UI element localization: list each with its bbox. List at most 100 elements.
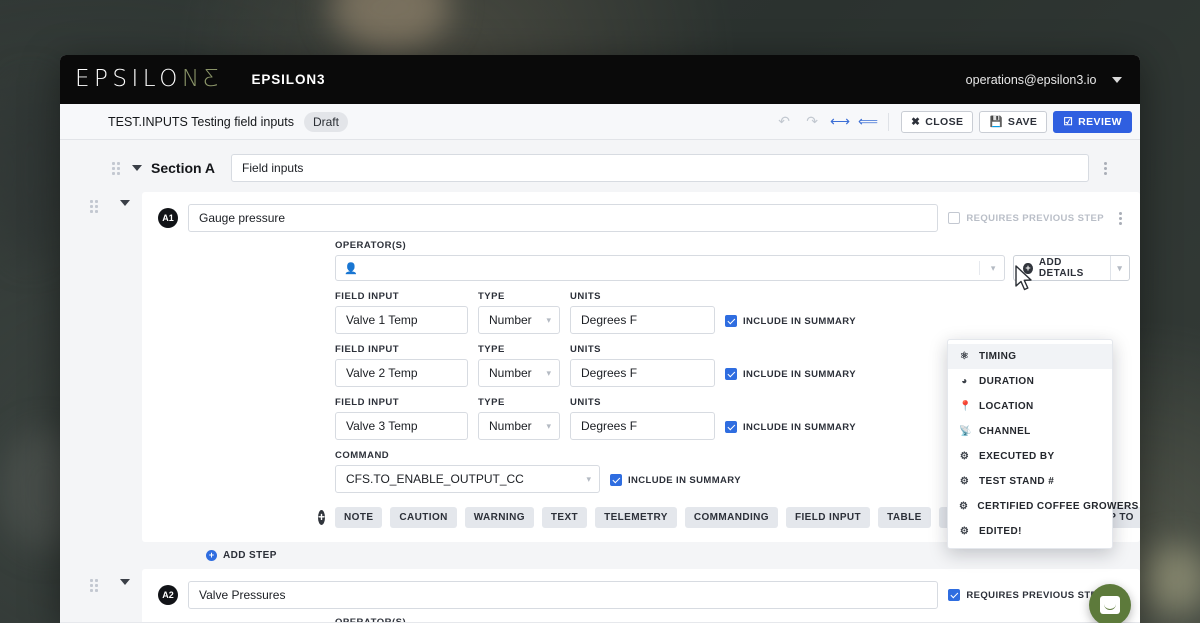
include-in-summary-label: INCLUDE IN SUMMARY: [743, 422, 856, 433]
expand-all-icon[interactable]: ⟷: [826, 110, 854, 134]
command-select[interactable]: CFS.TO_ENABLE_OUTPUT_CC ▾: [335, 465, 600, 493]
menu-item-label: CHANNEL: [979, 426, 1031, 437]
menu-item-channel[interactable]: 📡 CHANNEL: [948, 419, 1112, 444]
map-pin-icon: 📍: [959, 401, 970, 412]
epsilon3-logo[interactable]: EPSILONƸ: [75, 68, 223, 91]
review-button[interactable]: ☑ REVIEW: [1053, 111, 1132, 133]
chevron-down-icon: ▾: [546, 421, 551, 432]
units-label: UNITS: [570, 344, 715, 355]
close-button-label: CLOSE: [925, 116, 963, 128]
procedure-editor-body: Section A Field inputs A1 Gauge pressure…: [60, 140, 1140, 623]
include-in-summary-control[interactable]: INCLUDE IN SUMMARY: [725, 421, 856, 440]
requires-previous-step-control[interactable]: REQUIRES PREVIOUS STEP: [948, 212, 1104, 224]
operators-select[interactable]: 👤 ▾: [335, 255, 1005, 281]
menu-item-location[interactable]: 📍 LOCATION: [948, 394, 1112, 419]
units-value[interactable]: Degrees F: [570, 412, 715, 440]
chip-note[interactable]: NOTE: [335, 507, 382, 528]
page-title: TEST.INPUTS Testing field inputs: [108, 115, 294, 129]
step-name-input[interactable]: Valve Pressures: [188, 581, 938, 609]
app-window: EPSILONƸ EPSILON3 operations@epsilon3.io…: [60, 55, 1140, 623]
requires-previous-step-checkbox[interactable]: [948, 212, 960, 224]
add-step-label: ADD STEP: [223, 550, 277, 561]
add-details-label: ADD DETAILS: [1039, 257, 1100, 279]
section-kebab-menu[interactable]: [1095, 162, 1115, 175]
include-in-summary-checkbox[interactable]: [725, 315, 737, 327]
drag-handle-icon[interactable]: [90, 200, 100, 213]
menu-item-test-stand[interactable]: ⚙ TEST STAND #: [948, 469, 1112, 494]
chat-smiley-icon: [1100, 596, 1120, 614]
redo-icon[interactable]: ↷: [798, 110, 826, 134]
plus-icon[interactable]: +: [318, 510, 325, 525]
user-email-label: operations@epsilon3.io: [966, 73, 1097, 87]
field-input-value[interactable]: Valve 1 Temp: [335, 306, 468, 334]
person-icon: 👤: [344, 262, 358, 275]
clock-icon: ◕: [959, 376, 970, 387]
type-label: TYPE: [478, 397, 560, 408]
chevron-down-icon[interactable]: ▾: [1110, 256, 1129, 280]
units-label: UNITS: [570, 397, 715, 408]
chip-text[interactable]: TEXT: [542, 507, 587, 528]
include-in-summary-label: INCLUDE IN SUMMARY: [743, 369, 856, 380]
type-select[interactable]: Number ▾: [478, 306, 560, 334]
plus-icon: +: [206, 550, 217, 561]
step-kebab-menu[interactable]: [1110, 212, 1130, 225]
field-input-value[interactable]: Valve 3 Temp: [335, 412, 468, 440]
include-in-summary-control[interactable]: INCLUDE IN SUMMARY: [725, 315, 856, 334]
chip-telemetry[interactable]: TELEMETRY: [595, 507, 677, 528]
gear-icon: ⚙: [959, 476, 970, 487]
step-card-a2: A2 Valve Pressures REQUIRES PREVIOUS STE…: [142, 569, 1140, 623]
units-column: UNITS Degrees F: [570, 291, 715, 334]
step-name-input[interactable]: Gauge pressure: [188, 204, 938, 232]
units-value[interactable]: Degrees F: [570, 306, 715, 334]
menu-item-certified-coffee-growers[interactable]: ⚙ CERTIFIED COFFEE GROWERS: [948, 494, 1112, 519]
type-select[interactable]: Number ▾: [478, 412, 560, 440]
section-name-input[interactable]: Field inputs: [231, 154, 1089, 182]
type-column: TYPE Number ▾: [478, 344, 560, 387]
include-in-summary-checkbox[interactable]: [725, 368, 737, 380]
menu-item-label: CERTIFIED COFFEE GROWERS: [977, 501, 1138, 512]
type-select[interactable]: Number ▾: [478, 359, 560, 387]
type-value: Number: [489, 419, 532, 433]
menu-item-label: TEST STAND #: [979, 476, 1054, 487]
drag-handle-icon[interactable]: [112, 162, 122, 175]
chevron-down-icon[interactable]: [120, 579, 130, 585]
include-in-summary-label: INCLUDE IN SUMMARY: [743, 316, 856, 327]
chip-table[interactable]: TABLE: [878, 507, 931, 528]
field-input-value[interactable]: Valve 2 Temp: [335, 359, 468, 387]
add-details-dropdown-menu[interactable]: ⚛ TIMING ◕ DURATION 📍 LOCATION 📡 CHANNEL…: [947, 339, 1113, 549]
menu-item-label: DURATION: [979, 376, 1034, 387]
field-input-column: FIELD INPUT Valve 1 Temp: [335, 291, 468, 334]
menu-item-duration[interactable]: ◕ DURATION: [948, 369, 1112, 394]
chevron-down-icon[interactable]: [120, 200, 130, 206]
field-input-column: FIELD INPUT Valve 2 Temp: [335, 344, 468, 387]
chip-caution[interactable]: CAUTION: [390, 507, 456, 528]
collapse-all-icon[interactable]: ⟸: [854, 110, 882, 134]
requires-previous-step-checkbox[interactable]: [948, 589, 960, 601]
user-email-menu[interactable]: operations@epsilon3.io: [966, 73, 1122, 87]
include-in-summary-checkbox[interactable]: [725, 421, 737, 433]
units-label: UNITS: [570, 291, 715, 302]
drag-handle-icon[interactable]: [90, 579, 100, 592]
chip-field-input[interactable]: FIELD INPUT: [786, 507, 870, 528]
chip-commanding[interactable]: COMMANDING: [685, 507, 778, 528]
type-column: TYPE Number ▾: [478, 397, 560, 440]
save-button[interactable]: 💾 SAVE: [979, 111, 1047, 133]
close-button[interactable]: ✖ CLOSE: [901, 111, 973, 133]
mouse-cursor: [1014, 265, 1034, 293]
chevron-down-icon[interactable]: [132, 165, 142, 171]
intercom-chat-launcher[interactable]: [1089, 584, 1131, 623]
type-column: TYPE Number ▾: [478, 291, 560, 334]
include-in-summary-control[interactable]: INCLUDE IN SUMMARY: [725, 368, 856, 387]
chevron-down-icon: ▾: [991, 263, 996, 274]
include-in-summary-control[interactable]: INCLUDE IN SUMMARY: [610, 474, 741, 493]
include-in-summary-checkbox[interactable]: [610, 474, 622, 486]
requires-previous-step-control[interactable]: REQUIRES PREVIOUS STEP: [948, 589, 1104, 601]
chip-warning[interactable]: WARNING: [465, 507, 534, 528]
top-navigation-bar: EPSILONƸ EPSILON3 operations@epsilon3.io: [60, 55, 1140, 104]
menu-item-edited[interactable]: ⚙ EDITED!: [948, 519, 1112, 544]
undo-icon[interactable]: ↶: [770, 110, 798, 134]
thermometer-icon: ⚛: [959, 351, 970, 362]
menu-item-executed-by[interactable]: ⚙ EXECUTED BY: [948, 444, 1112, 469]
menu-item-timing[interactable]: ⚛ TIMING: [948, 344, 1112, 369]
units-value[interactable]: Degrees F: [570, 359, 715, 387]
